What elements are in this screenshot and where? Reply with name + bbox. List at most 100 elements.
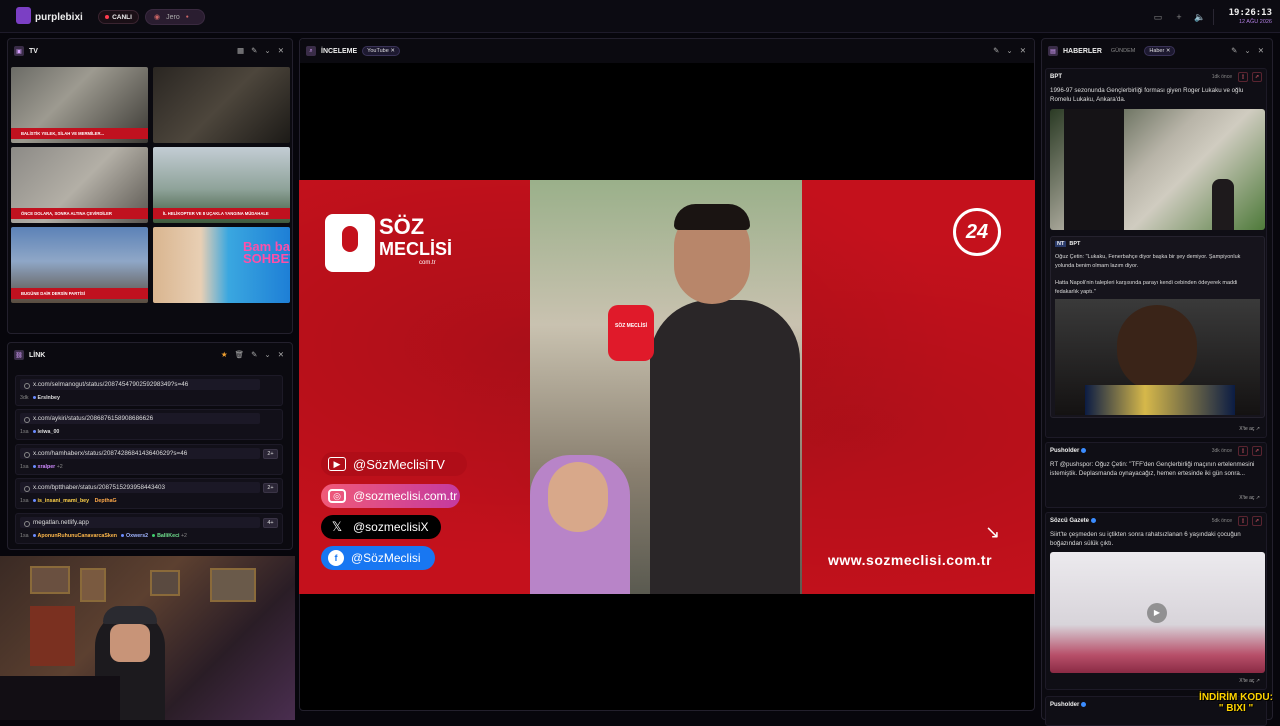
tv-channel-2[interactable]	[153, 67, 290, 143]
screen-icon[interactable]: ▭	[1151, 10, 1165, 24]
top-bar: purplebixi CANLI ◉ Jero ● ▭ + 🔈 19:26:13 1…	[0, 0, 1280, 33]
tab-gundem[interactable]: GÜNDEM	[1107, 47, 1139, 55]
edit-icon[interactable]: ✎	[251, 350, 257, 359]
person-cap	[103, 606, 157, 624]
open-in-x-link[interactable]: X'te aç ↗	[1239, 495, 1260, 501]
news-video[interactable]: ▶	[1050, 552, 1265, 673]
girl-face	[548, 462, 608, 532]
news-time: 1dk önce	[1211, 74, 1232, 80]
volume-icon[interactable]: 🔈	[1193, 10, 1207, 24]
website-url: www.sozmeclisi.com.tr	[828, 552, 993, 568]
edit-icon[interactable]: ✎	[993, 46, 999, 55]
tv-channel-6[interactable]: Bam başka SOHBETLER	[153, 227, 290, 303]
tv-icon: ▣	[14, 46, 24, 56]
open-in-x-link[interactable]: X'te aç ↗	[1239, 678, 1260, 684]
link-url[interactable]: x.com/selmanogut/status/2087454790259298…	[20, 379, 260, 390]
share-icon[interactable]: ⇗	[1252, 72, 1262, 82]
wall-frame	[150, 570, 180, 596]
close-icon[interactable]: ✕	[1020, 46, 1026, 55]
link-url[interactable]: x.com/hamhaberx/status/20874286841436406…	[20, 448, 260, 459]
link-item[interactable]: x.com/aykiri/status/2086876158908686626 …	[15, 409, 283, 440]
wall-carpet	[30, 606, 75, 666]
share-icon[interactable]: ⇗	[1252, 446, 1262, 456]
man-figure	[1064, 109, 1124, 230]
link-url[interactable]: megatlan.netlify.app	[20, 517, 260, 528]
share-icon[interactable]: ⇗	[1252, 516, 1262, 526]
close-icon[interactable]: ✕	[1258, 46, 1264, 55]
microphone-label: SÖZ MECLİSİ	[615, 323, 647, 329]
source-tag[interactable]: YouTube ✕	[362, 46, 400, 56]
link-item[interactable]: x.com/bptthaber/status/20875152939584434…	[15, 478, 283, 509]
edit-icon[interactable]: ✎	[1231, 46, 1237, 55]
add-icon[interactable]: +	[1172, 10, 1186, 24]
trash-icon[interactable]: 🗑	[235, 350, 245, 359]
promo-line-1: İNDİRİM KODU:	[1199, 692, 1273, 703]
play-icon[interactable]: ▶	[1147, 603, 1167, 623]
brand-name: purplebixi	[35, 12, 83, 23]
user-chip[interactable]: ◉ Jero ●	[145, 9, 205, 25]
microphone-arm	[0, 676, 120, 720]
tv-channel-5[interactable]: BUGÜNE DAİR DERSİN PARTİSİ	[11, 227, 148, 303]
news-card[interactable]: BPT 1dk önce ▯ ⇗ 1996-97 sezonunda Gençl…	[1045, 68, 1267, 438]
link-count-badge: 4+	[263, 518, 278, 528]
bookmark-icon[interactable]: ▯	[1238, 446, 1248, 456]
haberler-panel-header: ▤ HABERLER GÜNDEM Haber ✕ ✎ ⌄ ✕	[1042, 39, 1272, 63]
badge-24-icon: 24	[953, 208, 1001, 256]
close-icon[interactable]: ✕	[278, 46, 284, 55]
link-item[interactable]: x.com/selmanogut/status/2087454790259298…	[15, 375, 283, 406]
chevron-down-icon[interactable]: ⌄	[1244, 46, 1250, 55]
brand-logo-icon[interactable]	[16, 7, 31, 24]
link-meta: 1sa is_insani_mami_bey DepthaG	[20, 498, 117, 504]
instagram-handle-text: @sozmeclisi.com.tr	[353, 489, 458, 503]
user-dot-icon: ●	[185, 14, 189, 20]
soz-meclisi-logo-icon	[325, 214, 375, 272]
link-panel-header: ⛓ LİNK ★ 🗑 ✎ ⌄ ✕	[8, 343, 292, 367]
x-icon: 𝕏	[331, 519, 343, 534]
youtube-icon: ▶	[328, 457, 346, 471]
tv-ticker: BALİSTİK YELEK, SİLAH VE MERMİLER...	[11, 128, 148, 139]
bookmark-icon[interactable]: ▯	[1238, 72, 1248, 82]
interview-photo: SÖZ MECLİSİ	[530, 180, 802, 594]
link-url[interactable]: x.com/aykiri/status/2086876158908686626	[20, 413, 260, 424]
news-source: BPT	[1050, 74, 1062, 80]
live-badge[interactable]: CANLI	[98, 10, 139, 24]
tv-channel-4[interactable]: İL HELİKOPTER VE 8 UÇAKLA YANGINA MÜDAHA…	[153, 147, 290, 223]
tv-channel-3[interactable]: ÖNCE DOLARA, SONRA ALTINA ÇEVİRDİLER	[11, 147, 148, 223]
x-handle-text: @sozmeclisiX	[353, 520, 429, 534]
chevron-down-icon[interactable]: ⌄	[264, 350, 270, 359]
bookmark-icon[interactable]: ▯	[1238, 516, 1248, 526]
news-source: Pusholder	[1050, 448, 1087, 454]
arrow-down-right-icon: ↘	[985, 522, 1001, 542]
star-icon[interactable]: ★	[221, 350, 228, 359]
news-source: Sözcü Gazete	[1050, 518, 1097, 524]
tab-haber-label: Haber	[1149, 48, 1165, 54]
user-name: Jero	[166, 13, 180, 21]
tv-channel-1[interactable]: BALİSTİK YELEK, SİLAH VE MERMİLER...	[11, 67, 148, 143]
verified-icon	[1081, 702, 1087, 707]
news-card[interactable]: Pusholder 3dk önce ▯ ⇗ RT @pushspor: Oğu…	[1045, 442, 1267, 508]
edit-icon[interactable]: ✎	[251, 46, 257, 55]
open-in-x-link[interactable]: X'te aç ↗	[1239, 426, 1260, 432]
close-icon[interactable]: ✕	[278, 350, 284, 359]
player-face	[1117, 305, 1197, 391]
instagram-icon: ◎	[328, 489, 346, 503]
source-tag-label: YouTube	[367, 48, 389, 54]
player-jersey	[1085, 385, 1235, 415]
news-text: 1996-97 sezonunda Gençlerbirliği forması…	[1050, 87, 1244, 103]
news-time: 3dk önce	[1211, 448, 1232, 454]
chevron-down-icon[interactable]: ⌄	[1006, 46, 1012, 55]
link-url[interactable]: x.com/bptthaber/status/20875152939584434…	[20, 482, 260, 493]
quoted-text-2: Hatta Napoli'nin talepleri karşısında pa…	[1055, 280, 1238, 295]
news-image[interactable]	[1050, 109, 1265, 230]
link-item[interactable]: x.com/hamhaberx/status/20874286841436406…	[15, 444, 283, 475]
quoted-post[interactable]: NT BPT Oğuz Çetin: "Lukaku, Fenerbahçe di…	[1050, 236, 1265, 418]
live-dot-icon	[105, 15, 110, 19]
link-icon: ⛓	[14, 350, 24, 360]
news-card[interactable]: Sözcü Gazete 5dk önce ▯ ⇗ Siirt'te çeşme…	[1045, 512, 1267, 690]
chevron-down-icon[interactable]: ⌄	[264, 46, 270, 55]
tab-haber[interactable]: Haber ✕	[1144, 46, 1176, 56]
quoted-image	[1055, 299, 1260, 415]
link-item[interactable]: megatlan.netlify.app 4+ 1sa AponunRuhunuC…	[15, 513, 283, 544]
grid-icon[interactable]: ▦	[237, 46, 244, 55]
search-icon: ⌕	[306, 46, 316, 56]
